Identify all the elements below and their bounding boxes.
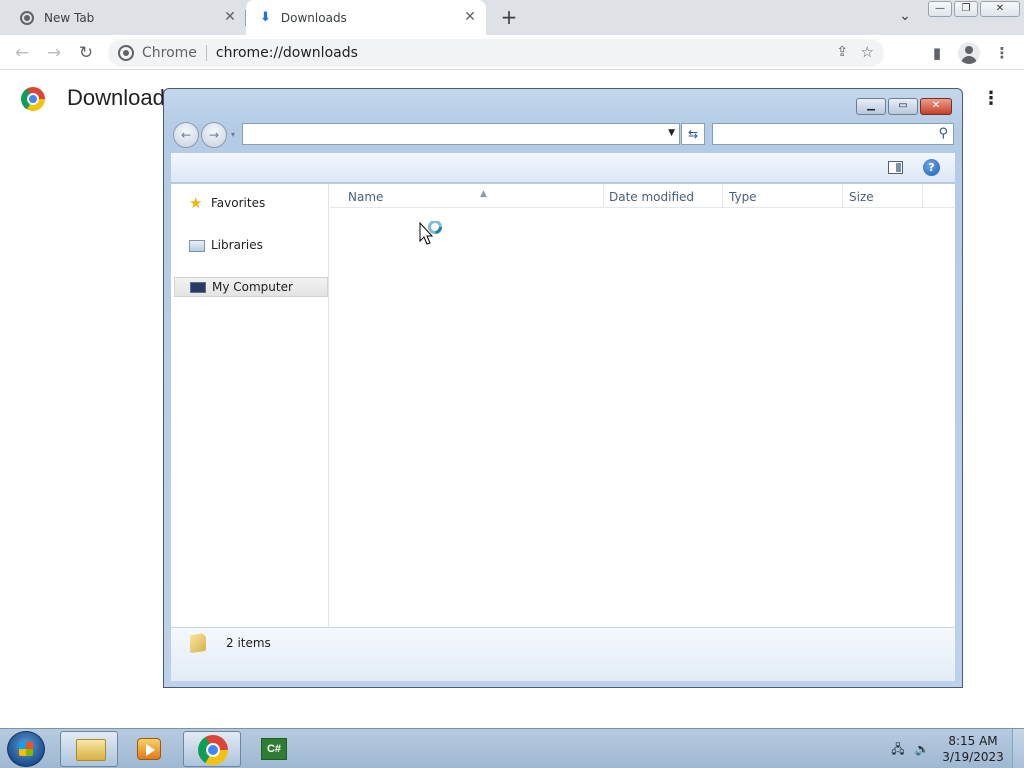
profile-avatar-icon[interactable] xyxy=(958,42,980,64)
dialog-close-icon[interactable]: ✕ xyxy=(920,98,952,115)
tab-label: Downloads xyxy=(280,10,347,25)
omnibox-separator xyxy=(205,45,207,61)
dialog-refresh-icon[interactable]: ⇆ xyxy=(681,123,705,145)
tab-downloads[interactable]: ⬇ Downloads ✕ xyxy=(246,0,486,35)
csharp-icon: C# xyxy=(261,738,287,760)
reload-icon[interactable]: ↻ xyxy=(74,41,98,65)
address-bar[interactable]: Chrome chrome://downloads ⇪ ☆ xyxy=(108,39,884,67)
busy-cursor-icon xyxy=(419,221,442,245)
column-header-label: Date modified xyxy=(609,190,695,204)
dialog-address-input[interactable]: ▼ xyxy=(242,123,680,145)
tab-search-icon[interactable]: ⌄ xyxy=(895,8,915,28)
window-controls: — ❐ ✕ xyxy=(928,1,1020,17)
dialog-maximize-icon[interactable]: ▭ xyxy=(888,98,918,115)
column-header-type[interactable]: Type xyxy=(723,184,843,208)
column-header-label: Type xyxy=(729,190,757,204)
folder-icon xyxy=(190,632,206,654)
sort-ascending-icon: ▲ xyxy=(480,189,487,199)
chrome-site-icon xyxy=(118,45,134,61)
taskbar: C# 🖧 🔊 8:15 AM 3/19/2023 xyxy=(0,728,1024,768)
column-header-date-modified[interactable]: Date modified xyxy=(603,184,723,208)
nav-item-label: Libraries xyxy=(211,238,263,252)
clock-date: 3/19/2023 xyxy=(942,750,1004,764)
browser-toolbar: ← → ↻ Chrome chrome://downloads ⇪ ☆ ▮ ⋮ xyxy=(0,35,1024,70)
clock[interactable]: 8:15 AM 3/19/2023 xyxy=(938,733,1008,765)
url-text: chrome://downloads xyxy=(215,45,358,61)
preview-pane-icon[interactable] xyxy=(888,161,903,174)
navigation-pane: ★ Favorites Libraries My Computer xyxy=(171,184,329,627)
computer-icon xyxy=(190,281,206,293)
side-panel-icon[interactable]: ▮ xyxy=(927,43,947,63)
chrome-logo-icon xyxy=(21,87,45,111)
column-headers: Name ▲ Date modified Type Size xyxy=(330,184,955,208)
new-tab-button[interactable]: + xyxy=(498,6,520,28)
taskbar-chrome-button[interactable] xyxy=(183,731,241,767)
chrome-favicon-icon xyxy=(20,10,34,25)
download-icon: ⬇ xyxy=(260,10,271,25)
restore-icon[interactable]: ❐ xyxy=(954,1,978,17)
forward-arrow-icon[interactable]: → xyxy=(42,41,66,65)
menu-kebab-icon[interactable]: ⋮ xyxy=(992,43,1012,63)
page-title: Downloads xyxy=(67,85,176,110)
dialog-forward-icon[interactable]: → xyxy=(201,122,227,148)
share-icon[interactable]: ⇪ xyxy=(836,44,848,60)
recent-pages-chevron-icon[interactable]: ▾ xyxy=(231,130,235,139)
site-chip: Chrome xyxy=(142,45,197,61)
start-button[interactable] xyxy=(7,731,45,767)
address-dropdown-icon[interactable]: ▼ xyxy=(668,128,675,138)
column-header-name[interactable]: Name ▲ xyxy=(342,184,604,208)
volume-icon[interactable]: 🔊 xyxy=(914,741,930,757)
page-menu-kebab-icon[interactable]: ⋮ xyxy=(982,88,1000,112)
tab-label: New Tab xyxy=(44,10,95,25)
media-player-icon xyxy=(137,738,161,760)
dialog-body: ★ Favorites Libraries My Computer Name ▲… xyxy=(171,184,955,627)
star-icon: ★ xyxy=(189,194,203,212)
tab-close-icon[interactable]: ✕ xyxy=(462,9,478,25)
nav-item-libraries[interactable]: Libraries xyxy=(174,235,328,255)
tab-close-icon[interactable]: ✕ xyxy=(222,9,238,25)
dialog-minimize-icon[interactable]: ▁ xyxy=(856,98,886,115)
tab-new-tab[interactable]: New Tab ✕ xyxy=(8,0,246,35)
bookmark-star-icon[interactable]: ☆ xyxy=(861,43,874,61)
dialog-search-input[interactable]: ⚲ xyxy=(712,123,954,145)
folder-icon xyxy=(76,739,106,761)
nav-item-label: My Computer xyxy=(212,280,293,294)
column-header-size[interactable]: Size xyxy=(843,184,923,208)
network-icon[interactable]: 🖧 xyxy=(890,741,906,757)
back-arrow-icon[interactable]: ← xyxy=(10,41,34,65)
nav-item-my-computer[interactable]: My Computer xyxy=(174,277,328,297)
dialog-back-icon[interactable]: ← xyxy=(173,122,199,148)
dialog-caption-buttons: ▁ ▭ ✕ xyxy=(856,98,952,115)
column-header-label: Size xyxy=(849,190,874,204)
library-icon xyxy=(189,240,205,252)
close-icon[interactable]: ✕ xyxy=(980,1,1020,17)
chrome-icon xyxy=(198,735,228,765)
status-bar: 2 items xyxy=(171,627,955,681)
clock-time: 8:15 AM xyxy=(948,734,998,748)
minimize-icon[interactable]: — xyxy=(928,1,952,17)
search-icon: ⚲ xyxy=(938,126,948,141)
item-count: 2 items xyxy=(226,636,271,650)
taskbar-explorer-button[interactable] xyxy=(60,731,118,767)
file-dialog: ▁ ▭ ✕ ← → ▾ ▼ ⇆ ⚲ ? ★ Favorites Librarie… xyxy=(163,88,963,688)
show-desktop-button[interactable] xyxy=(1012,729,1024,768)
tab-strip: New Tab ✕ ⬇ Downloads ✕ + ⌄ — ❐ ✕ xyxy=(0,0,1024,35)
nav-item-favorites[interactable]: ★ Favorites xyxy=(174,193,328,213)
nav-item-label: Favorites xyxy=(211,196,266,210)
help-icon[interactable]: ? xyxy=(923,159,940,176)
command-bar: ? xyxy=(171,153,955,183)
taskbar-media-player-button[interactable] xyxy=(120,731,178,767)
taskbar-csharp-button[interactable]: C# xyxy=(245,731,303,767)
column-header-label: Name xyxy=(348,190,384,204)
